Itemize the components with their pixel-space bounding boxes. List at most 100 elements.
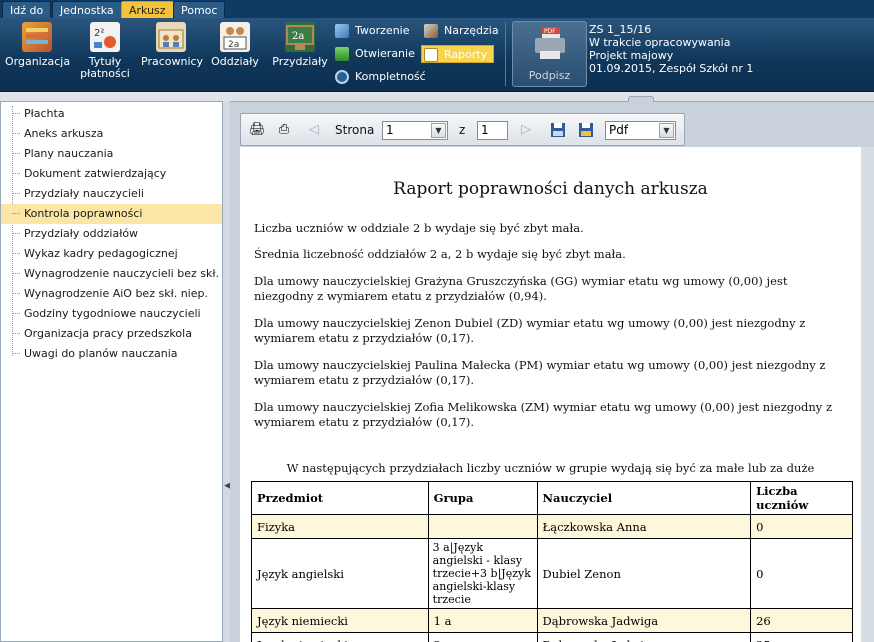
table-row: Język niemiecki 2 a Dąbrowska Jadwiga 25 [251,632,853,642]
tree-item-wynagrodzenie-nauczycieli[interactable]: Wynagrodzenie nauczycieli bez skł. niep. [1,264,250,284]
table-row: Język niemiecki 1 a Dąbrowska Jadwiga 26 [251,608,853,633]
ribbon-separator [505,22,506,86]
organization-icon [22,22,52,52]
tree-item-przydzialy-nauczycieli[interactable]: Przydziały nauczycieli [1,184,222,204]
menu-tab-idz-do[interactable]: Idź do [2,1,52,18]
report-paragraph: Średnia liczebność oddziałów 2 a, 2 b wy… [254,247,626,261]
organizacja-button[interactable]: Organizacja [5,22,70,68]
save-icon[interactable] [550,122,566,138]
table-cell: 3 a|Język angielski - klasy trzecie+3 b|… [427,538,538,609]
table-row: Fizyka Łączkowska Anna 0 [251,514,853,539]
sheet-info-name: ZS 1_15/16 [589,23,652,36]
ribbon: Organizacja 2² Tytuły płatności Pracowni… [0,18,874,92]
table-cell: 25 [750,632,853,642]
print-options-icon[interactable]: ⎙ [276,122,292,138]
menu-tab-jednostka[interactable]: Jednostka [52,1,122,18]
tytuly-platnosci-button[interactable]: 2² Tytuły płatności [78,22,132,80]
tree-item-przydzialy-oddzialow[interactable]: Przydziały oddziałów [1,224,222,244]
print-icon[interactable]: 🖨 [249,122,266,138]
tree-item-plany-nauczania[interactable]: Plany nauczania [1,144,222,164]
raporty-button[interactable]: Raporty [421,45,495,63]
tools-icon [424,24,438,38]
report-paragraph: Dla umowy nauczycielskiej Zofia Melikows… [254,400,833,429]
employees-icon [156,22,186,52]
table-cell: Dubiel Zenon [536,538,752,609]
report-paragraph: Dla umowy nauczycielskiej Zenon Dubiel (… [254,316,806,345]
report-paragraph: Liczba uczniów w oddziale 2 b wydaje się… [254,221,584,235]
next-page-icon[interactable]: ▷ [518,122,534,138]
sheet-info-school: 01.09.2015, Zespół Szkół nr 1 [589,62,754,75]
export-format-select[interactable]: Pdf ▼ [605,121,676,140]
classes-icon: 2a [220,22,250,52]
chevron-down-icon[interactable]: ▼ [659,123,674,138]
kompletnosc-button[interactable]: Kompletność [333,68,426,86]
open-arrow-icon [335,47,349,61]
svg-text:2a: 2a [228,40,239,50]
total-pages-field[interactable]: 1 [477,121,508,140]
sheet-info: ZS 1_15/16 W trakcie opracowywania Proje… [589,23,753,75]
reports-icon [424,48,438,62]
table-cell: Dąbrowska Jadwiga [536,608,752,633]
tree-item-aneks-arkusza[interactable]: Aneks arkusza [1,124,222,144]
table-cell: Język niemiecki [251,632,429,642]
otwieranie-button[interactable]: Otwieranie [333,45,415,63]
report-toolbar: 🖨 ⎙ ◁ Strona 1 ▼ z 1 ▷ Pdf ▼ [240,113,685,146]
panel-splitter[interactable]: ◀ [223,101,231,642]
tree-item-kontrola-poprawnosci[interactable]: Kontrola poprawności [1,204,222,224]
table-cell: Dąbrowska Jadwiga [536,632,752,642]
report-title: Raport poprawności danych arkusza [393,179,708,199]
tree-item-wynagrodzenie-aio[interactable]: Wynagrodzenie AiO bez skł. niep. [1,284,222,304]
tree-item-uwagi-do-planow[interactable]: Uwagi do planów nauczania [1,344,222,364]
report-scrollbar[interactable] [861,147,874,642]
narzedzia-button[interactable]: Narzędzia [422,22,499,40]
pdf-printer-icon: PDF [534,27,565,59]
menu-tab-pomoc[interactable]: Pomoc [173,1,226,18]
svg-text:2a: 2a [292,31,304,42]
pracownicy-button[interactable]: Pracownicy [141,22,203,68]
pencil-icon [335,24,349,38]
table-row: Język angielski 3 a|Język angielski - kl… [251,538,853,609]
previous-page-icon[interactable]: ◁ [306,122,322,138]
of-label: z [459,123,466,137]
save-as-icon[interactable] [578,122,594,138]
chevron-down-icon[interactable]: ▼ [431,123,446,138]
assignments-table: Przedmiot Grupa Nauczyciel Liczba ucznió… [251,481,853,642]
podpisz-button[interactable]: PDF Podpisz [512,21,587,87]
table-cell: 26 [750,608,853,633]
tree-item-organizacja-przedszkola[interactable]: Organizacja pracy przedszkola [1,324,222,344]
svg-text:2²: 2² [94,28,104,39]
report-paragraph: Dla umowy nauczycielskiej Grażyna Gruszc… [254,274,788,303]
table-cell [427,514,538,539]
table-cell: Język angielski [251,538,429,609]
tree-item-plachta[interactable]: Płachta [1,104,222,124]
sheet-info-project: Projekt majowy [589,49,674,62]
menu-tab-arkusz[interactable]: Arkusz [121,1,174,18]
menu-bar: Idź do Jednostka Arkusz Pomoc [0,0,874,18]
przydzialy-button[interactable]: 2a Przydziały [269,22,331,68]
svg-text:PDF: PDF [544,28,556,35]
payment-titles-icon: 2² [90,22,120,52]
table-cell: Język niemiecki [251,608,429,633]
column-header: Liczba uczniów [750,481,853,515]
tworzenie-button[interactable]: Tworzenie [333,22,409,40]
tree-item-wykaz-kadry[interactable]: Wykaz kadry pedagogicznej [1,244,222,264]
report-tree: Płachta Aneks arkusza Plany nauczania Do… [0,101,250,642]
table-cell: 2 a [427,632,538,642]
page-select[interactable]: 1 ▼ [382,121,448,140]
oddzialy-button[interactable]: 2a Oddziały [210,22,260,68]
table-cell: 1 a [427,608,538,633]
collapse-ribbon-handle[interactable] [628,96,654,102]
table-header-row: Przedmiot Grupa Nauczyciel Liczba ucznió… [251,481,853,515]
table-caption: W następujących przydziałach liczby uczn… [286,461,815,475]
table-cell: Fizyka [251,514,429,539]
completeness-icon [335,70,349,84]
tree-item-godziny-tygodniowe[interactable]: Godziny tygodniowe nauczycieli [1,304,222,324]
column-header: Nauczyciel [536,481,752,515]
report-page: Raport poprawności danych arkusza Liczba… [240,147,861,642]
tree-item-dokument-zatwierdzajacy[interactable]: Dokument zatwierdzający [1,164,222,184]
table-cell: 0 [750,538,853,609]
table-cell: 0 [750,514,853,539]
column-header: Przedmiot [251,481,429,515]
sheet-info-status: W trakcie opracowywania [589,36,731,49]
page-label: Strona [335,123,375,137]
